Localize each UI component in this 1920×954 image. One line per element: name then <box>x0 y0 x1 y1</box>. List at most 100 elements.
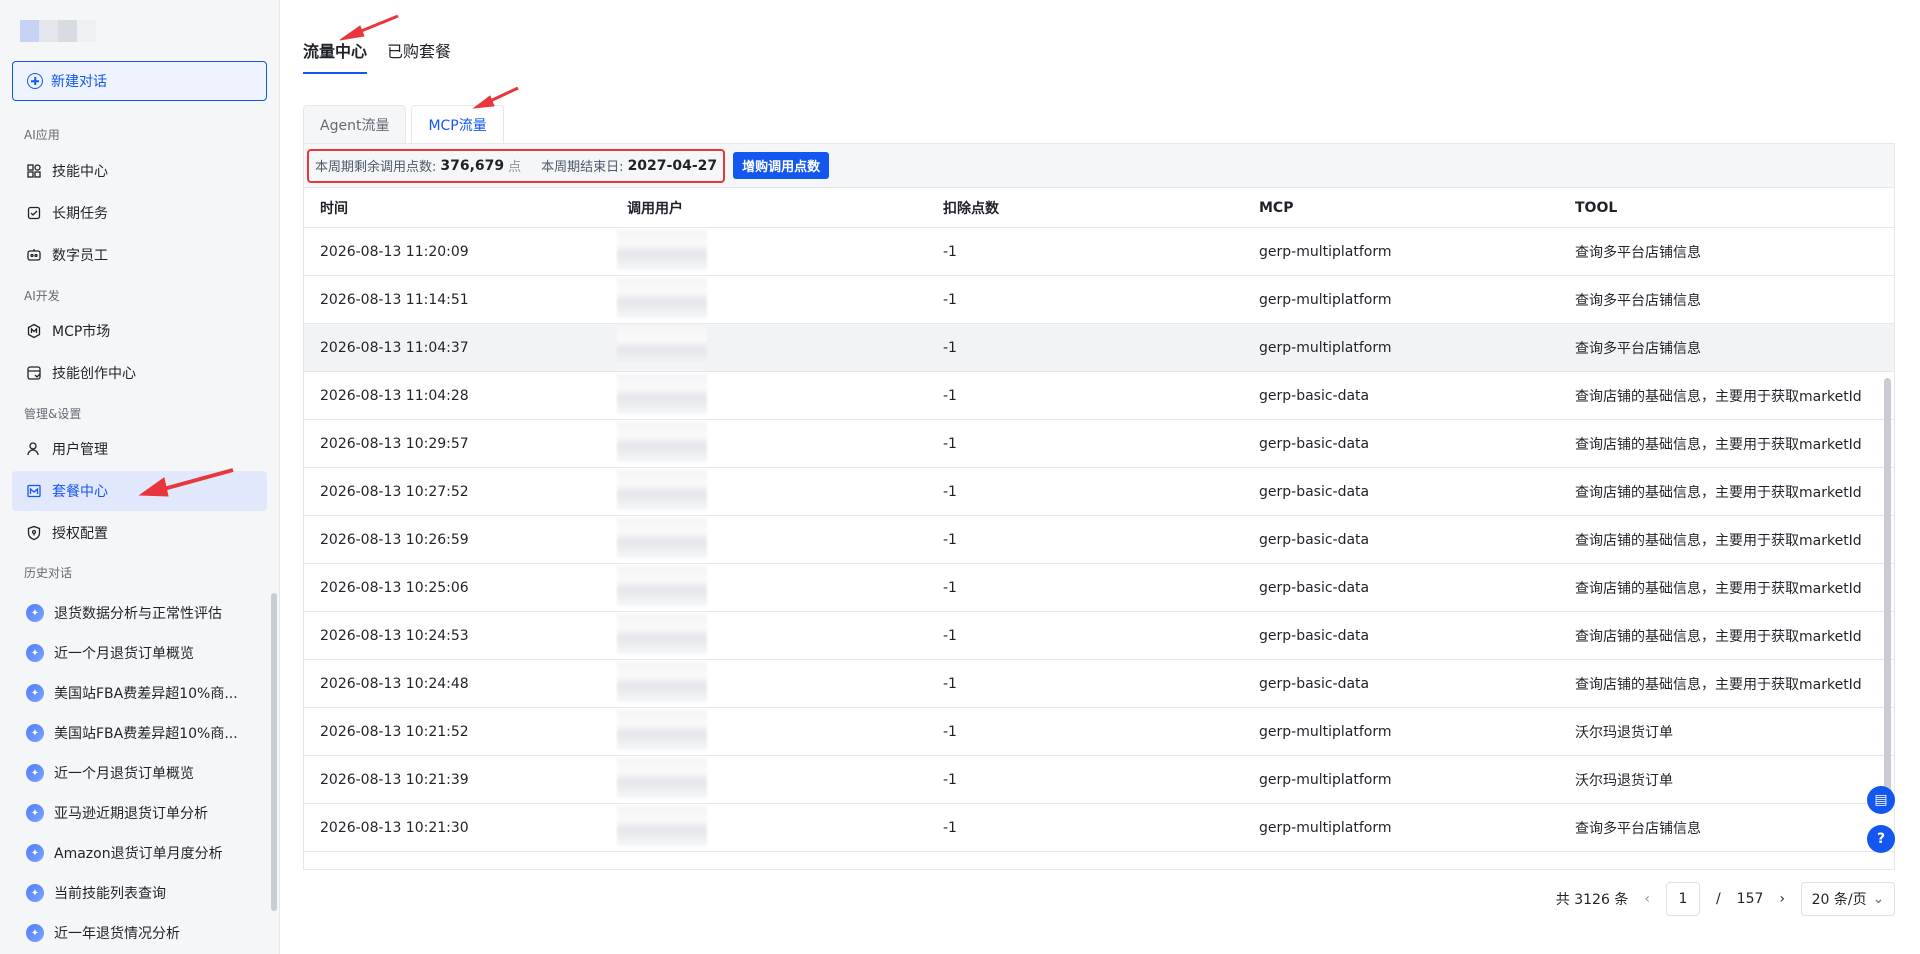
remaining-unit: 点 <box>508 160 522 175</box>
page-size-select[interactable]: 20 条/页 ⌄ <box>1801 882 1895 916</box>
history-item-label: 当前技能列表查询 <box>54 886 166 902</box>
history-item[interactable]: ✦ 近一个月退货订单概览 <box>12 753 242 793</box>
cell-mcp: gerp-multiplatform <box>1259 291 1392 308</box>
table-row[interactable]: 2026-08-13 10:26:59 -1 gerp-basic-data 查询店铺… <box>304 516 1894 564</box>
blurred-username <box>617 661 707 702</box>
top-tabs: 流量中心 已购套餐 <box>303 38 451 74</box>
remaining-label: 本周期剩余调用点数: <box>315 160 437 175</box>
sidebar-item-label: 套餐中心 <box>52 484 108 500</box>
cell-user <box>611 661 927 706</box>
cell-user <box>611 805 927 850</box>
cell-user <box>611 757 927 802</box>
col-header-time[interactable]: 时间 <box>304 198 611 218</box>
col-header-mcp[interactable]: MCP <box>1243 200 1559 216</box>
cell-mcp: gerp-multiplatform <box>1259 339 1392 356</box>
sidebar-item-label: 长期任务 <box>52 206 108 222</box>
quota-summary: 本周期剩余调用点数: 376,679 点 本周期结束日: 2027-04-27 <box>307 148 726 183</box>
cell-tool: 查询店铺的基础信息，主要用于获取marketId <box>1575 628 1862 645</box>
table-row[interactable]: 2026-08-13 10:21:30 -1 gerp-multiplatform 查… <box>304 804 1894 852</box>
cell-mcp: gerp-basic-data <box>1259 627 1370 644</box>
cell-time: 2026-08-13 11:20:09 <box>320 243 469 260</box>
ai-sparkle-icon: ✦ <box>26 804 44 822</box>
cell-user <box>611 469 927 514</box>
cell-time: 2026-08-13 10:24:48 <box>320 675 469 692</box>
cell-user <box>611 277 927 322</box>
history-item-label: 美国站FBA费差异超10%商... <box>54 686 238 702</box>
ai-sparkle-icon: ✦ <box>26 764 44 782</box>
history-item-label: 美国站FBA费差异超10%商... <box>54 726 238 742</box>
table-row[interactable]: 2026-08-13 10:24:53 -1 gerp-basic-data 查询店铺… <box>304 612 1894 660</box>
table-row[interactable]: 2026-08-13 11:04:37 -1 gerp-multiplatform 查… <box>304 324 1894 372</box>
new-chat-button[interactable]: 新建对话 <box>12 61 267 101</box>
table-scrollbar[interactable] <box>1884 378 1891 810</box>
sidebar-item-long-tasks[interactable]: 长期任务 <box>12 193 267 233</box>
cell-time: 2026-08-13 10:24:53 <box>320 627 469 644</box>
total-count: 共 3126 条 <box>1555 892 1629 908</box>
cell-points: -1 <box>943 723 957 740</box>
cell-mcp: gerp-multiplatform <box>1259 819 1392 836</box>
history-item[interactable]: ✦ 美国站FBA费差异超10%商... <box>12 713 242 753</box>
col-header-tool[interactable]: TOOL <box>1559 200 1894 216</box>
cell-time: 2026-08-13 10:21:39 <box>320 771 469 788</box>
create-icon <box>26 365 42 381</box>
history-item[interactable]: ✦ 亚马逊近期退货订单分析 <box>12 793 242 833</box>
cell-time: 2026-08-13 10:21:52 <box>320 723 469 740</box>
table-row[interactable]: 2026-08-13 10:24:48 -1 gerp-basic-data 查询店铺… <box>304 660 1894 708</box>
table-row[interactable]: 2026-08-13 10:27:52 -1 gerp-basic-data 查询店铺… <box>304 468 1894 516</box>
sidebar-item-label: 技能中心 <box>52 164 108 180</box>
table-row[interactable]: 2026-08-13 11:20:09 -1 gerp-multiplatform 查… <box>304 228 1894 276</box>
sub-tabs: Agent流量 MCP流量 <box>303 105 504 143</box>
history-item[interactable]: ✦ 美国站FBA费差异超10%商... <box>12 673 242 713</box>
feedback-button[interactable]: ▤ <box>1867 786 1895 814</box>
history-item-label: 亚马逊近期退货订单分析 <box>54 806 208 822</box>
plus-circle-icon <box>27 73 43 89</box>
blurred-username <box>617 469 707 510</box>
table-row[interactable]: 2026-08-13 10:25:06 -1 gerp-basic-data 查询店铺… <box>304 564 1894 612</box>
history-item[interactable]: ✦ 近一个月退货订单概览 <box>12 633 242 673</box>
cell-time: 2026-08-13 10:21:30 <box>320 819 469 836</box>
sidebar-item-users[interactable]: 用户管理 <box>12 429 267 469</box>
sidebar-scrollbar[interactable] <box>271 593 277 911</box>
tab-purchased-plans[interactable]: 已购套餐 <box>387 38 451 74</box>
help-button[interactable]: ? <box>1867 825 1895 853</box>
col-header-user[interactable]: 调用用户 <box>611 198 927 218</box>
logo <box>20 20 96 42</box>
sidebar-item-digital-staff[interactable]: 数字员工 <box>12 235 267 275</box>
sidebar-item-skill-creation[interactable]: 技能创作中心 <box>12 353 267 393</box>
table-row[interactable]: 2026-08-13 11:04:28 -1 gerp-basic-data 查询店铺… <box>304 372 1894 420</box>
table-row[interactable]: 2026-08-13 10:29:57 -1 gerp-basic-data 查询店铺… <box>304 420 1894 468</box>
ai-sparkle-icon: ✦ <box>26 604 44 622</box>
history-item[interactable]: ✦ 退货数据分析与正常性评估 <box>12 593 242 633</box>
sidebar-item-label: 授权配置 <box>52 526 108 542</box>
tab-traffic-center[interactable]: 流量中心 <box>303 38 368 74</box>
cell-user <box>611 325 927 370</box>
history-item[interactable]: ✦ 近一年退货情况分析 <box>12 913 242 953</box>
history-item[interactable]: ✦ Amazon退货订单月度分析 <box>12 833 242 873</box>
sidebar-item-skills[interactable]: 技能中心 <box>12 151 267 191</box>
cell-points: -1 <box>943 579 957 596</box>
col-header-points[interactable]: 扣除点数 <box>927 198 1243 218</box>
cell-tool: 查询店铺的基础信息，主要用于获取marketId <box>1575 580 1862 597</box>
next-page-icon[interactable]: › <box>1779 891 1785 907</box>
buy-points-button[interactable]: 增购调用点数 <box>733 152 830 179</box>
ai-sparkle-icon: ✦ <box>26 684 44 702</box>
table-row[interactable]: 2026-08-13 10:21:52 -1 gerp-multiplatform 沃… <box>304 708 1894 756</box>
history-item-label: 近一年退货情况分析 <box>54 926 180 942</box>
sidebar-item-label: 用户管理 <box>52 442 108 458</box>
tab-agent-traffic[interactable]: Agent流量 <box>303 105 407 143</box>
sidebar-item-auth-config[interactable]: 授权配置 <box>12 513 267 553</box>
cell-points: -1 <box>943 675 957 692</box>
blurred-username <box>617 757 707 798</box>
sidebar-item-mcp-market[interactable]: MCP市场 <box>12 311 267 351</box>
cell-points: -1 <box>943 627 957 644</box>
table-row[interactable]: 2026-08-13 11:14:51 -1 gerp-multiplatform 查… <box>304 276 1894 324</box>
sidebar-item-plans[interactable]: 套餐中心 <box>12 471 267 511</box>
table-body: 2026-08-13 11:20:09 -1 gerp-multiplatform 查… <box>304 228 1894 852</box>
tab-mcp-traffic[interactable]: MCP流量 <box>411 105 504 143</box>
table-row[interactable]: 2026-08-13 10:21:39 -1 gerp-multiplatform 沃… <box>304 756 1894 804</box>
blurred-username <box>617 421 707 462</box>
prev-page-icon[interactable]: ‹ <box>1644 891 1650 907</box>
history-item[interactable]: ✦ 当前技能列表查询 <box>12 873 242 913</box>
page-input[interactable]: 1 <box>1665 882 1700 916</box>
app-root: 新建对话 AI应用 技能中心 长期任务 数字员工 AI开发 MCP市场 技能创作… <box>0 0 1920 954</box>
